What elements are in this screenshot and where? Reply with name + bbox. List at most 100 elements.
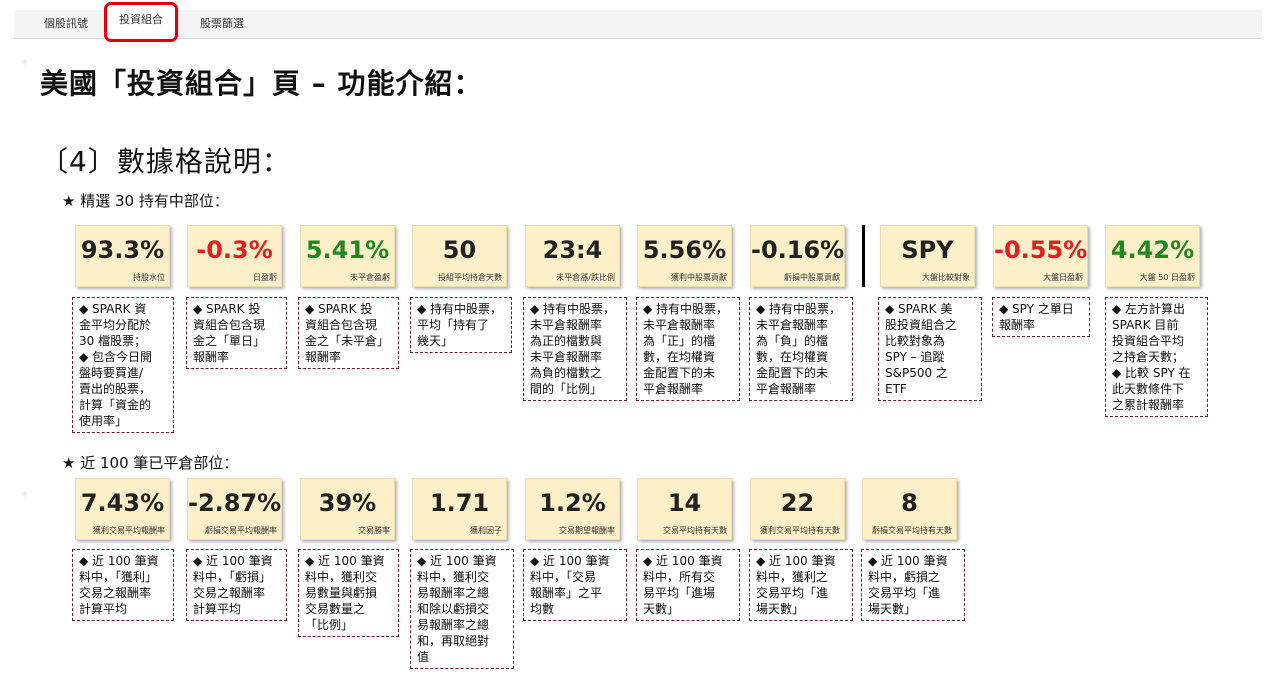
description-line: 幾天」 (417, 334, 454, 348)
description-line: 和，再取絕對 (417, 634, 490, 648)
description-line: 均數 (530, 602, 555, 616)
metric-description: ◆ 近 100 筆資 料中，「獲利」 交易之報酬率 計算平均 (72, 549, 174, 621)
description-line: 場天數」 (756, 602, 805, 616)
description-line: 報酬率 (999, 318, 1036, 332)
metric-value: 5.56% (642, 236, 727, 264)
metric-value: -0.3% (196, 236, 273, 264)
description-line: 計算「資金的 (79, 398, 152, 412)
description-line: ◆ 近 100 筆資 (193, 554, 273, 568)
metric-description: ◆ 持有中股票， 平均「持有了 幾天」 (410, 297, 512, 353)
tab-stock-signals[interactable]: 個股訊號 (44, 10, 88, 38)
description-line: 交易之報酬率 (193, 586, 266, 600)
metric-label: 大盤日盈虧 (1043, 273, 1083, 282)
description-line: ◆ 持有中股票， (417, 302, 503, 316)
metric-description: ◆ 近 100 筆資 料中，獲利交 易報酬率之總 和除以虧損交 易報酬率之總 和，再取絕對… (410, 549, 514, 669)
description-line: 為正的檔數與 (530, 334, 603, 348)
metric-value: 22 (780, 489, 815, 517)
description-line: 金之「單日」 (193, 334, 266, 348)
description-line: 股投資組合之 (885, 318, 958, 332)
description-line: ◆ 近 100 筆資 (643, 554, 723, 568)
section-subtitle: 〔4〕數據格說明： (40, 145, 291, 178)
metric-description: ◆ 近 100 筆資 料中，虧損之 交易平均「進 場天數」 (861, 549, 965, 621)
description-line: SPARK 目前 (1112, 318, 1179, 332)
description-line: 天數」 (643, 602, 680, 616)
description-line: ◆ SPY 之單日 (999, 302, 1074, 316)
description-line: 料中，獲利交 (417, 570, 490, 584)
metric-value: 1.71 (429, 489, 490, 517)
description-line: ◆ 近 100 筆資 (868, 554, 948, 568)
metric-card: -2.87% 虧損交易平均報酬率 (187, 478, 282, 540)
tab-portfolio[interactable]: 投資組合 (104, 2, 178, 42)
description-line: 為負的檔數之 (530, 366, 603, 380)
metric-value: SPY (901, 236, 954, 264)
description-line: 資組合包含現 (305, 318, 378, 332)
description-line: 易報酬率之總 (417, 586, 490, 600)
description-line: ◆ 比較 SPY 在 (1112, 366, 1191, 380)
metric-value: 8 (901, 489, 918, 517)
description-line: ◆ SPARK 資 (79, 302, 147, 316)
metric-card: 22 獲利交易平均持有天數 (750, 478, 845, 540)
metric-card: -0.16% 虧損中股票貢獻 (750, 225, 845, 287)
description-line: 投資組合平均 (1112, 334, 1185, 348)
metric-label: 獲利中股票貢獻 (671, 273, 727, 282)
metric-description: ◆ 持有中股票， 未平倉報酬率 為「負」的檔 數，在均權資 金配置下的未 平倉報酬率 (749, 297, 853, 401)
description-line: ◆ 近 100 筆資 (530, 554, 610, 568)
metric-card: 23:4 未平倉漲/跌比例 (525, 225, 620, 287)
description-line: 報酬率」之平 (530, 586, 603, 600)
metric-label: 虧損交易平均持有天數 (872, 526, 952, 535)
metric-description: ◆ 近 100 筆資 料中，「虧損」 交易之報酬率 計算平均 (186, 549, 287, 621)
description-line: 金平均分配於 (79, 318, 152, 332)
metric-card: -0.3% 日盈虧 (187, 225, 282, 287)
description-line: 使用率」 (79, 414, 128, 428)
description-line: ◆ SPARK 投 (193, 302, 261, 316)
description-line: ◆ 近 100 筆資 (305, 554, 385, 568)
description-line: 報酬率 (305, 350, 342, 364)
description-line: 計算平均 (193, 602, 242, 616)
description-line: ◆ 持有中股票， (756, 302, 842, 316)
metric-label: 虧損交易平均報酬率 (205, 526, 277, 535)
metric-description: ◆ 持有中股票， 未平倉報酬率 為「正」的檔 數，在均權資 金配置下的未 平倉報酬率 (636, 297, 740, 401)
metric-description: ◆ 近 100 筆資 料中，獲利之 交易平均「進 場天數」 (749, 549, 853, 621)
description-line: 比較對象為 (885, 334, 946, 348)
description-line: 未平倉報酬率 (643, 318, 716, 332)
description-line: ◆ 近 100 筆資 (79, 554, 159, 568)
description-line: 之累計報酬率 (1112, 398, 1185, 412)
metric-label: 獲利交易平均報酬率 (93, 526, 165, 535)
background-star-icon: ✶ (20, 56, 30, 69)
metric-card: 93.3% 持股水位 (75, 225, 170, 287)
description-line: 易報酬率之總 (417, 618, 490, 632)
page-title: 美國「投資組合」頁 – 功能介紹： (40, 67, 483, 100)
metric-value: 23:4 (542, 236, 603, 264)
metric-description: ◆ 近 100 筆資 料中，所有交 易平均「進場 天數」 (636, 549, 740, 621)
description-line: SPY – 追蹤 (885, 350, 945, 364)
metric-card: 5.56% 獲利中股票貢獻 (637, 225, 732, 287)
metric-label: 日盈虧 (253, 273, 277, 282)
description-line: 數，在均權資 (756, 350, 829, 364)
description-line: S&P500 之 (885, 366, 948, 380)
description-line: 盤時要買進/ (79, 366, 144, 380)
section-heading-closed-trades: ★ 近 100 筆已平倉部位： (62, 454, 239, 472)
description-line: ◆ 持有中股票， (643, 302, 729, 316)
description-line: 此天數條件下 (1112, 382, 1185, 396)
column-divider (862, 225, 865, 287)
metric-value: -2.87% (188, 489, 282, 517)
description-line: ◆ SPARK 投 (305, 302, 373, 316)
metric-description: ◆ SPARK 投資組合包含現 金之「單日」 報酬率 (186, 297, 287, 369)
metric-label: 未平倉漲/跌比例 (556, 273, 615, 282)
description-line: 金之「未平倉」 (305, 334, 390, 348)
description-line: 料中，「獲利」 (79, 570, 158, 584)
section-heading-holdings: ★ 精選 30 持有中部位： (62, 192, 229, 210)
tab-stock-screener[interactable]: 股票篩選 (200, 10, 244, 38)
metric-description: ◆ 近 100 筆資 料中，「交易 報酬率」之平 均數 (523, 549, 627, 621)
description-line: 金配置下的未 (643, 366, 716, 380)
description-line: 料中，獲利之 (756, 570, 829, 584)
description-line: 交易平均「進 (868, 586, 941, 600)
description-line: ◆ 左方計算出 (1112, 302, 1186, 316)
description-line: ◆ 包含今日開 (79, 350, 153, 364)
description-line: 為「負」的檔 (756, 334, 829, 348)
metric-value: 1.2% (539, 489, 606, 517)
metric-description: ◆ 近 100 筆資 料中，獲利交 易數量與虧損 交易數量之 「比例」 (298, 549, 399, 637)
metric-label: 持股水位 (133, 273, 165, 282)
metric-description: ◆ SPARK 資金平均分配於 30 檔股票； ◆ 包含今日開 盤時要買進/賣出的股票… (72, 297, 174, 433)
metric-label: 大盤 50 日盈虧 (1139, 273, 1195, 282)
